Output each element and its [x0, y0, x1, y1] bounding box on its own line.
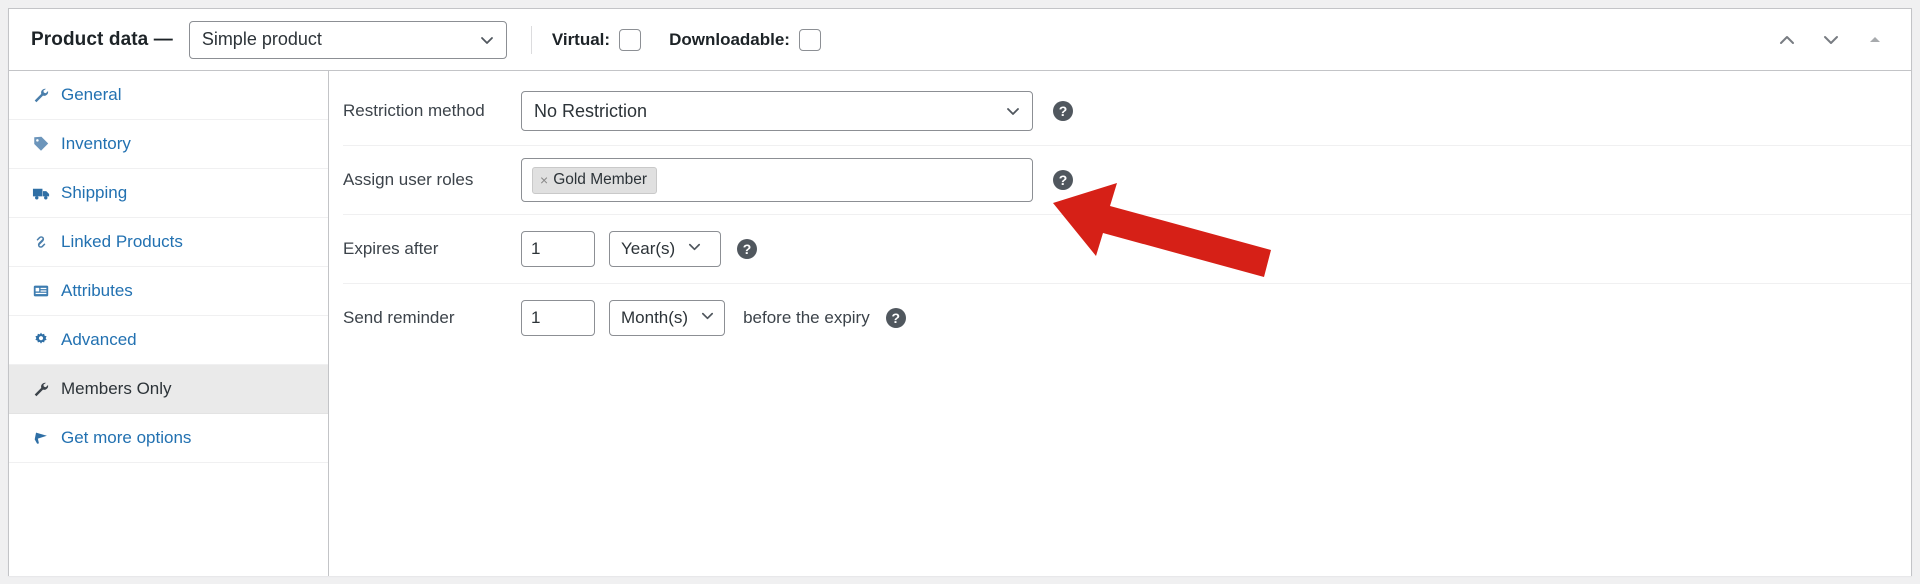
- field-restriction-method: Restriction method No Restriction ?: [329, 71, 1911, 145]
- send-reminder-suffix: before the expiry: [743, 308, 870, 327]
- assign-user-roles-help-icon[interactable]: ?: [1053, 170, 1073, 190]
- sidebar-item-get-more-options[interactable]: Get more options: [9, 414, 328, 463]
- tag-icon: [31, 134, 51, 154]
- downloadable-label: Downloadable:: [669, 29, 790, 49]
- sidebar-item-label: Get more options: [61, 428, 192, 447]
- list-icon: [31, 281, 51, 301]
- send-reminder-label: Send reminder: [343, 308, 455, 327]
- chevron-down-icon: [700, 308, 715, 328]
- downloadable-checkbox[interactable]: [798, 28, 821, 51]
- virtual-group: Virtual:: [551, 28, 642, 51]
- panel-body: General Inventory Shipping Linked Produc…: [9, 71, 1911, 576]
- members-only-fields: Restriction method No Restriction ? Assi…: [329, 71, 1911, 576]
- megaphone-icon: [31, 428, 51, 448]
- product-data-panel: Product data — Simple product Virtual: D…: [8, 8, 1912, 576]
- expires-after-label: Expires after: [343, 239, 439, 258]
- chevron-down-icon[interactable]: [1817, 26, 1845, 54]
- chevron-down-icon: [687, 239, 702, 259]
- chevron-down-icon: [1005, 103, 1021, 119]
- expires-after-unit-value: Year(s): [621, 239, 676, 258]
- field-expires-after: Expires after 1 Year(s) ?: [329, 215, 1911, 283]
- sidebar-item-label: Members Only: [61, 379, 172, 398]
- wrench-icon: [31, 85, 51, 105]
- sidebar-item-members-only[interactable]: Members Only: [9, 365, 328, 414]
- role-token[interactable]: × Gold Member: [532, 166, 658, 194]
- assign-user-roles-input[interactable]: × Gold Member: [521, 158, 1033, 202]
- downloadable-group: Downloadable:: [669, 28, 821, 51]
- expires-after-unit-select[interactable]: Year(s): [609, 231, 721, 267]
- remove-token-icon[interactable]: ×: [540, 173, 548, 187]
- header-divider: [530, 25, 532, 54]
- chevron-down-icon: [479, 32, 495, 48]
- product-data-tabs: General Inventory Shipping Linked Produc…: [9, 71, 329, 576]
- sidebar-item-linked-products[interactable]: Linked Products: [9, 218, 328, 267]
- sidebar-item-inventory[interactable]: Inventory: [9, 120, 328, 169]
- send-reminder-amount-input[interactable]: 1: [521, 300, 595, 336]
- page-title: Product data —: [31, 28, 173, 50]
- wrench-icon: [31, 379, 51, 399]
- expires-after-amount-input[interactable]: 1: [521, 231, 595, 267]
- virtual-label: Virtual:: [551, 29, 611, 49]
- chevron-up-icon[interactable]: [1773, 26, 1801, 54]
- truck-icon: [31, 183, 51, 203]
- sidebar-item-label: General: [61, 85, 122, 104]
- sidebar-item-attributes[interactable]: Attributes: [9, 267, 328, 316]
- sidebar-item-label: Attributes: [61, 281, 133, 300]
- triangle-up-icon[interactable]: [1861, 26, 1889, 54]
- role-token-label: Gold Member: [553, 170, 648, 188]
- field-send-reminder: Send reminder 1 Month(s) before the expi…: [329, 284, 1911, 352]
- send-reminder-help-icon[interactable]: ?: [885, 308, 906, 328]
- field-assign-user-roles: Assign user roles × Gold Member ?: [329, 146, 1911, 214]
- restriction-method-help-icon[interactable]: ?: [1053, 101, 1073, 121]
- send-reminder-unit-select[interactable]: Month(s): [609, 300, 726, 336]
- send-reminder-unit-value: Month(s): [621, 308, 689, 327]
- sidebar-item-general[interactable]: General: [9, 71, 328, 120]
- virtual-checkbox[interactable]: [619, 28, 642, 51]
- panel-header: Product data — Simple product Virtual: D…: [9, 9, 1911, 71]
- sidebar-item-label: Advanced: [61, 330, 137, 349]
- product-type-value: Simple product: [201, 29, 322, 49]
- sidebar-item-label: Inventory: [61, 134, 131, 153]
- restriction-method-value: No Restriction: [534, 100, 648, 121]
- expires-after-help-icon[interactable]: ?: [737, 239, 757, 259]
- header-actions: [1773, 26, 1889, 54]
- sidebar-item-advanced[interactable]: Advanced: [9, 316, 328, 365]
- sidebar-item-label: Shipping: [61, 183, 128, 202]
- link-icon: [31, 232, 51, 252]
- restriction-method-label: Restriction method: [343, 101, 485, 120]
- screen: Product data — Simple product Virtual: D…: [0, 0, 1920, 584]
- assign-user-roles-label: Assign user roles: [343, 170, 474, 189]
- restriction-method-select[interactable]: No Restriction: [521, 91, 1033, 131]
- sidebar-item-label: Linked Products: [61, 232, 183, 251]
- product-type-select[interactable]: Simple product: [188, 20, 507, 59]
- gear-icon: [31, 330, 51, 350]
- sidebar-item-shipping[interactable]: Shipping: [9, 169, 328, 218]
